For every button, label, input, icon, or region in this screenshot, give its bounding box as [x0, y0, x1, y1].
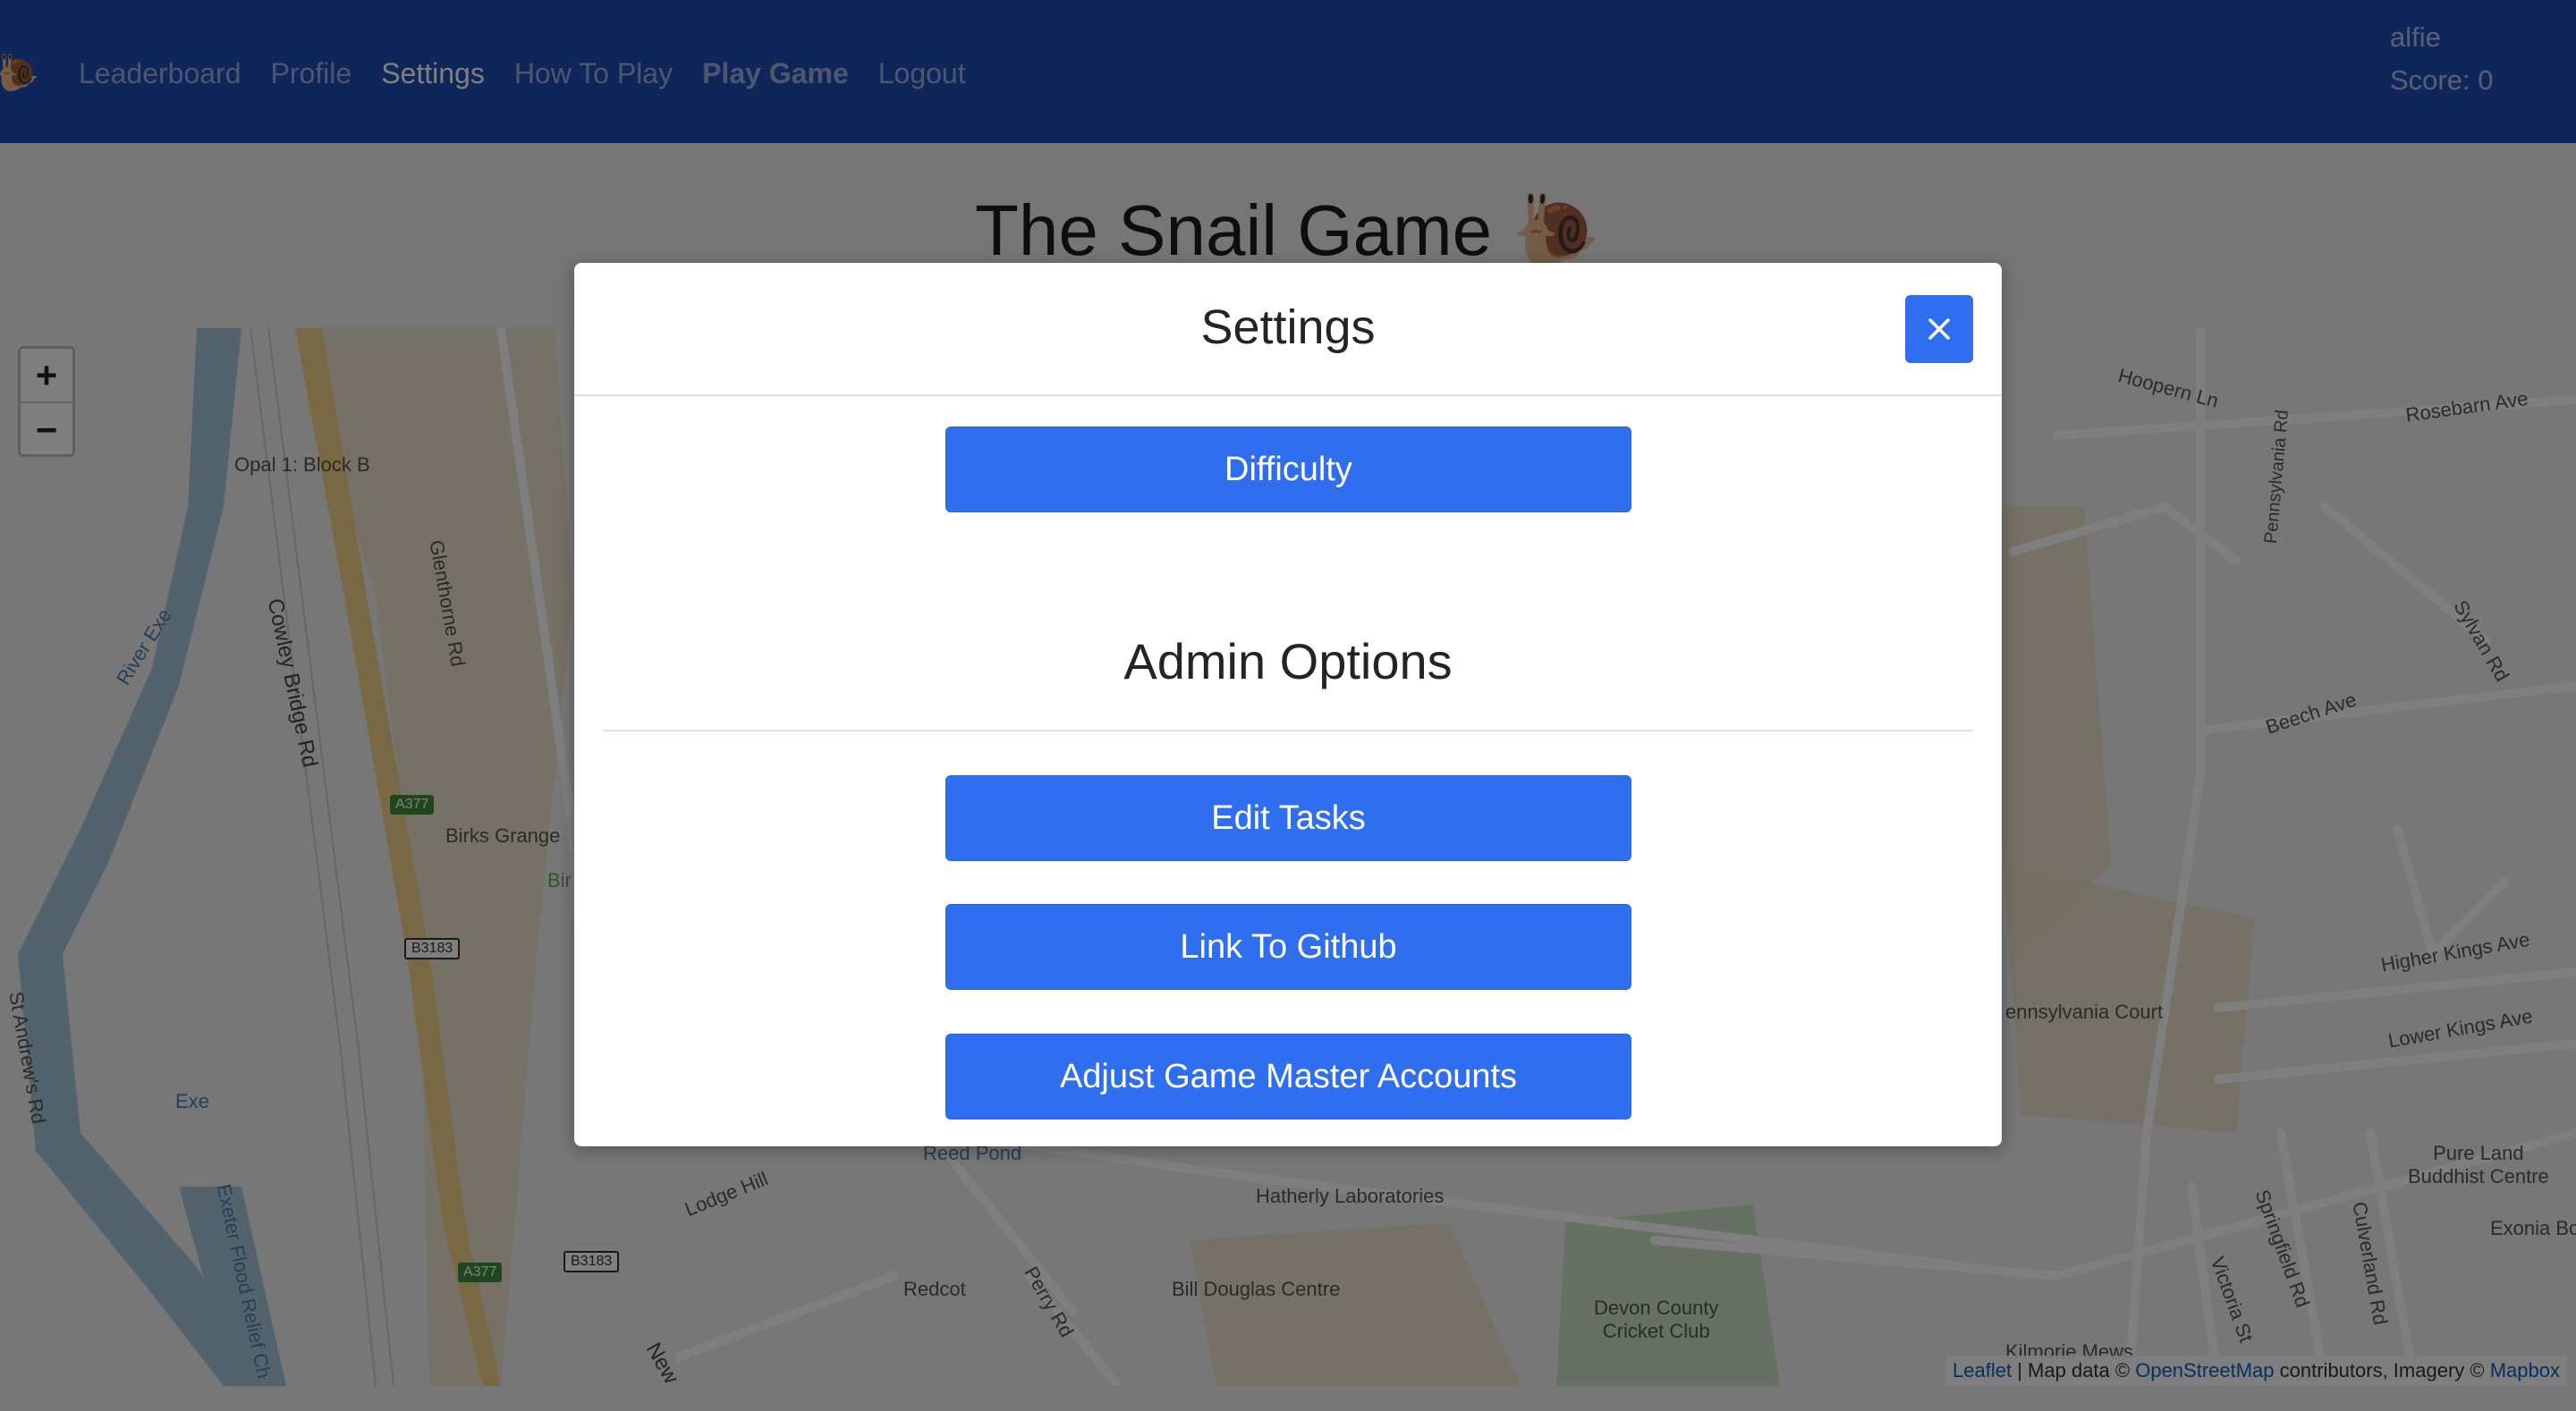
close-button[interactable] — [1905, 295, 1973, 363]
github-link-button[interactable]: Link To Github — [945, 904, 1631, 990]
settings-modal: Settings Difficulty Admin Options Edit T… — [574, 263, 2002, 1146]
admin-options-title: Admin Options — [1123, 633, 1453, 689]
adjust-game-master-button[interactable]: Adjust Game Master Accounts — [945, 1034, 1631, 1120]
close-icon — [1928, 318, 1950, 340]
modal-header: Settings — [574, 263, 2002, 396]
modal-title: Settings — [1200, 300, 1376, 354]
admin-divider — [603, 730, 1973, 731]
edit-tasks-button[interactable]: Edit Tasks — [945, 775, 1631, 861]
difficulty-button[interactable]: Difficulty — [945, 427, 1631, 512]
